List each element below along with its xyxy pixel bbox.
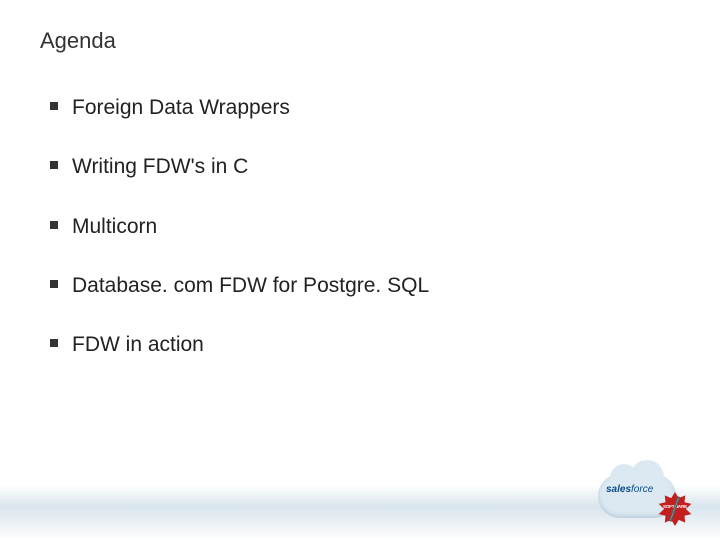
bullet-icon <box>50 161 58 169</box>
bullet-icon <box>50 280 58 288</box>
list-item: Writing FDW's in C <box>50 153 680 180</box>
bullet-icon <box>50 102 58 110</box>
bullet-text: FDW in action <box>72 331 204 358</box>
list-item: Multicorn <box>50 213 680 240</box>
bullet-icon <box>50 221 58 229</box>
bullet-text: Foreign Data Wrappers <box>72 94 290 121</box>
salesforce-logo: salesforce SOFTWARE <box>596 468 692 526</box>
bullet-text: Writing FDW's in C <box>72 153 248 180</box>
list-item: FDW in action <box>50 331 680 358</box>
list-item: Database. com FDW for Postgre. SQL <box>50 272 680 299</box>
logo-brand-primary: sales <box>606 484 631 495</box>
bullet-icon <box>50 339 58 347</box>
bullet-text: Database. com FDW for Postgre. SQL <box>72 272 429 299</box>
agenda-list: Foreign Data Wrappers Writing FDW's in C… <box>40 94 680 358</box>
bullet-text: Multicorn <box>72 213 157 240</box>
no-software-badge: SOFTWARE <box>658 492 692 526</box>
slide-title: Agenda <box>40 28 680 54</box>
logo-text: salesforce <box>606 484 653 495</box>
slide-container: Agenda Foreign Data Wrappers Writing FDW… <box>0 0 720 540</box>
list-item: Foreign Data Wrappers <box>50 94 680 121</box>
logo-brand-secondary: force <box>631 484 653 495</box>
